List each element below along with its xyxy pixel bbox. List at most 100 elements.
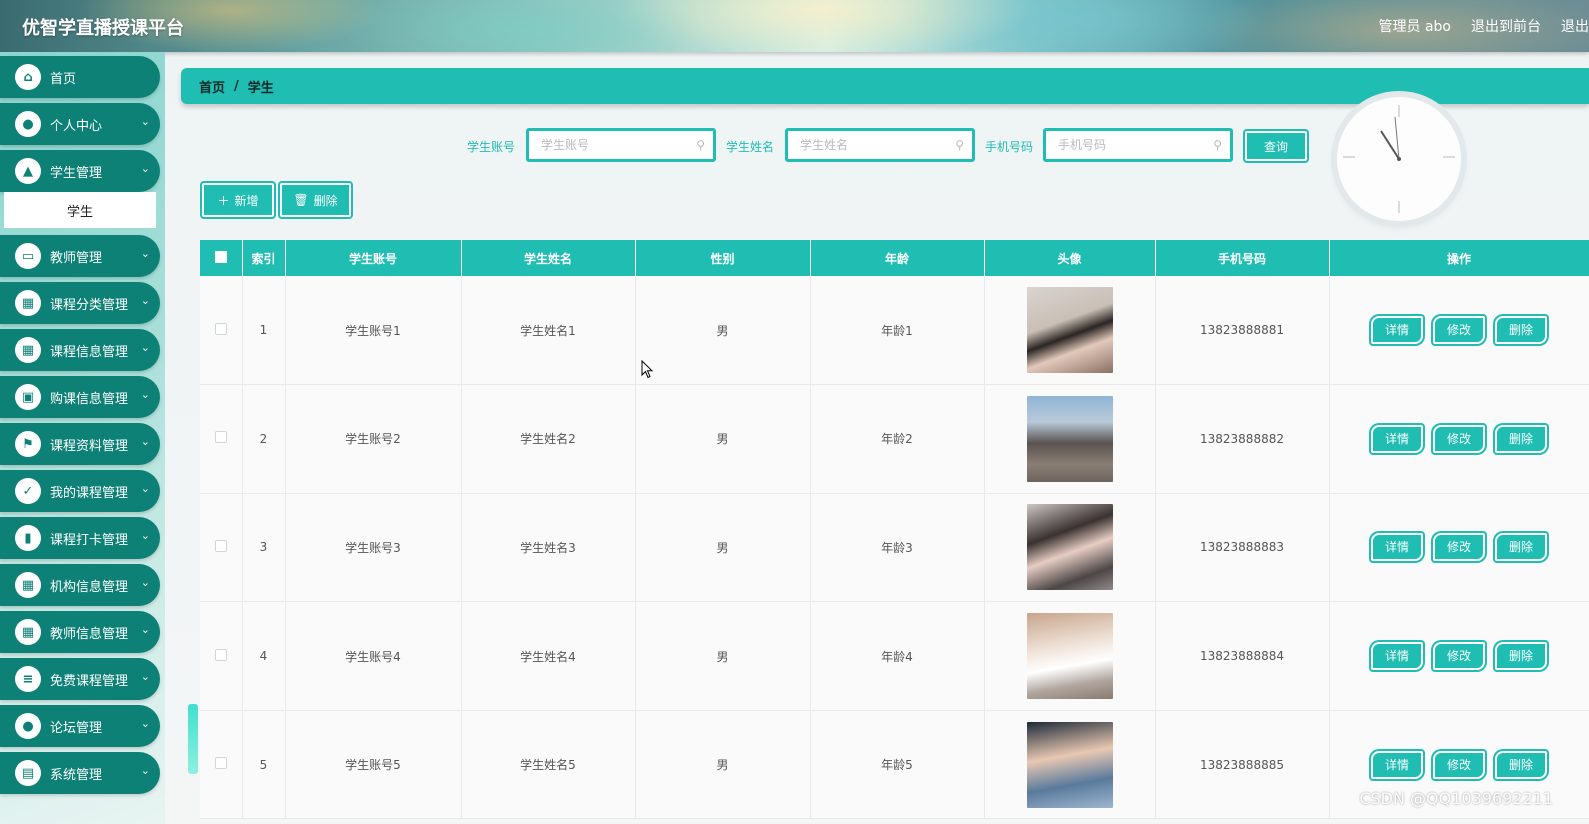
phone-search-label: 手机号码 xyxy=(985,140,1034,154)
delete-button[interactable]: 删除 xyxy=(1495,424,1547,453)
user-icon: ● xyxy=(15,713,41,739)
table-row: 1 学生账号1 学生姓名1 男年龄1 13823888881 详情 修改 删除 xyxy=(200,276,1589,386)
name-search-label: 学生姓名 xyxy=(726,140,775,154)
sidebar-item-6[interactable]: ▦ 课程信息管理 ⌄ xyxy=(0,329,160,371)
breadcrumb-separator: / xyxy=(234,78,239,94)
row-checkbox[interactable] xyxy=(214,757,227,770)
add-button[interactable]: ＋ 新增 xyxy=(202,183,274,217)
sidebar-item-label: 免费课程管理 xyxy=(50,673,129,689)
edit-button[interactable]: 修改 xyxy=(1433,533,1485,562)
row-select-cell[interactable] xyxy=(200,710,243,820)
table-row: 3 学生账号3 学生姓名3 男年龄3 13823888883 详情 修改 删除 xyxy=(200,493,1589,603)
table-row: 2 学生账号2 学生姓名2 男年龄2 13823888882 详情 修改 删除 xyxy=(200,384,1589,494)
col-name: 学生姓名 xyxy=(461,240,636,276)
age-cell: 年龄2 xyxy=(810,384,985,494)
row-checkbox[interactable] xyxy=(214,322,227,335)
sidebar-item-1[interactable]: ⌂ 首页 xyxy=(0,56,160,98)
sidebar-item-label: 课程信息管理 xyxy=(50,344,129,360)
account-search-box: ⚲ xyxy=(526,128,716,162)
phone-cell: 13823888883 xyxy=(1155,493,1330,603)
chevron-down-icon: ⌄ xyxy=(140,294,150,307)
sidebar-item-11[interactable]: ▦ 机构信息管理 ⌄ xyxy=(0,564,160,606)
account-search-input[interactable] xyxy=(541,131,691,159)
row-select-cell[interactable] xyxy=(200,601,243,711)
sidebar-item-15[interactable]: ▤ 系统管理 ⌄ xyxy=(0,752,160,794)
student-table: 索引 学生账号 学生姓名 性别 年龄 头像 手机号码 操作 1 学生账号1 学生姓名… xyxy=(200,240,1589,824)
query-button[interactable]: 查询 xyxy=(1245,131,1307,161)
row-checkbox[interactable] xyxy=(214,648,227,661)
row-select-cell[interactable] xyxy=(200,493,243,603)
sidebar-subitem-student[interactable]: 学生 xyxy=(4,192,156,228)
col-actions: 操作 xyxy=(1329,240,1589,276)
name-cell: 学生姓名4 xyxy=(461,601,636,711)
bar-chart-icon: ▮ xyxy=(15,525,41,551)
index-cell: 1 xyxy=(242,276,286,386)
admin-label: 管理员 abo xyxy=(1378,19,1451,35)
sidebar-item-label: 教师管理 xyxy=(50,250,103,266)
exit-to-front-link[interactable]: 退出到前台 xyxy=(1471,16,1541,36)
col-index: 索引 xyxy=(242,240,286,276)
chevron-down-icon: ⌄ xyxy=(140,115,150,128)
phone-cell: 13823888882 xyxy=(1155,384,1330,494)
actions-cell: 详情 修改 删除 xyxy=(1329,276,1589,386)
actions-cell: 详情 修改 删除 xyxy=(1329,493,1589,603)
document-icon: ▤ xyxy=(15,760,41,786)
col-phone: 手机号码 xyxy=(1155,240,1330,276)
sidebar-item-label: 首页 xyxy=(50,71,77,87)
sidebar-item-3[interactable]: ▲ 学生管理 ⌄ xyxy=(0,150,160,192)
sidebar-item-13[interactable]: ≡ 免费课程管理 ⌄ xyxy=(0,658,160,700)
sidebar-item-4[interactable]: ▭ 教师管理 ⌄ xyxy=(0,235,160,277)
select-all-cell[interactable] xyxy=(200,240,243,276)
bulk-delete-button[interactable]: 🗑 删除 xyxy=(280,183,351,217)
select-all-checkbox[interactable] xyxy=(214,250,227,263)
name-cell: 学生姓名5 xyxy=(461,710,636,820)
app-title: 优智学直播授课平台 xyxy=(22,18,184,39)
sidebar-item-2[interactable]: ● 个人中心 ⌄ xyxy=(0,103,160,145)
grid-icon: ▦ xyxy=(15,619,41,645)
breadcrumb-current: 学生 xyxy=(247,80,274,96)
sidebar-item-8[interactable]: ⚑ 课程资料管理 ⌄ xyxy=(0,423,160,465)
sidebar-item-7[interactable]: ▣ 购课信息管理 ⌄ xyxy=(0,376,160,418)
sidebar-item-label: 购课信息管理 xyxy=(50,391,129,407)
row-select-cell[interactable] xyxy=(200,384,243,494)
row-checkbox[interactable] xyxy=(214,431,227,444)
sidebar-item-label: 论坛管理 xyxy=(50,720,103,736)
phone-search-input[interactable] xyxy=(1058,131,1208,159)
plus-icon: ＋ xyxy=(217,193,230,208)
avatar-cell xyxy=(984,384,1156,494)
detail-button[interactable]: 详情 xyxy=(1371,533,1423,562)
list-icon: ≡ xyxy=(15,666,41,692)
detail-button[interactable]: 详情 xyxy=(1371,642,1423,671)
sidebar-item-10[interactable]: ▮ 课程打卡管理 ⌄ xyxy=(0,517,160,559)
decorative-bar xyxy=(188,704,198,774)
sidebar-item-9[interactable]: ✓ 我的课程管理 ⌄ xyxy=(0,470,160,512)
name-search-input[interactable] xyxy=(800,131,950,159)
sidebar-item-5[interactable]: ▦ 课程分类管理 ⌄ xyxy=(0,282,160,324)
detail-button[interactable]: 详情 xyxy=(1371,750,1423,779)
delete-button[interactable]: 删除 xyxy=(1495,533,1547,562)
delete-button[interactable]: 删除 xyxy=(1495,316,1547,345)
detail-button[interactable]: 详情 xyxy=(1371,424,1423,453)
breadcrumb-home[interactable]: 首页 xyxy=(199,77,225,96)
delete-button[interactable]: 删除 xyxy=(1495,642,1547,671)
sidebar-item-14[interactable]: ● 论坛管理 ⌄ xyxy=(0,705,160,747)
row-select-cell[interactable] xyxy=(200,276,243,386)
logout-link[interactable]: 退出 xyxy=(1561,16,1589,36)
chevron-down-icon: ⌄ xyxy=(140,576,150,589)
detail-button[interactable]: 详情 xyxy=(1371,316,1423,345)
row-checkbox[interactable] xyxy=(214,539,227,552)
age-cell: 年龄1 xyxy=(810,276,985,386)
user-icon: ● xyxy=(15,111,41,137)
account-cell: 学生账号2 xyxy=(285,384,462,494)
watermark: CSDN @QQ1039692211 xyxy=(1359,789,1553,808)
sidebar-item-12[interactable]: ▦ 教师信息管理 ⌄ xyxy=(0,611,160,653)
edit-button[interactable]: 修改 xyxy=(1433,750,1485,779)
edit-button[interactable]: 修改 xyxy=(1433,642,1485,671)
avatar xyxy=(1026,287,1113,374)
avatar-cell xyxy=(984,493,1156,603)
delete-button[interactable]: 删除 xyxy=(1495,750,1547,779)
index-cell: 5 xyxy=(242,710,286,820)
edit-button[interactable]: 修改 xyxy=(1433,316,1485,345)
edit-button[interactable]: 修改 xyxy=(1433,424,1485,453)
table-header-row: 索引 学生账号 学生姓名 性别 年龄 头像 手机号码 操作 xyxy=(200,240,1589,276)
